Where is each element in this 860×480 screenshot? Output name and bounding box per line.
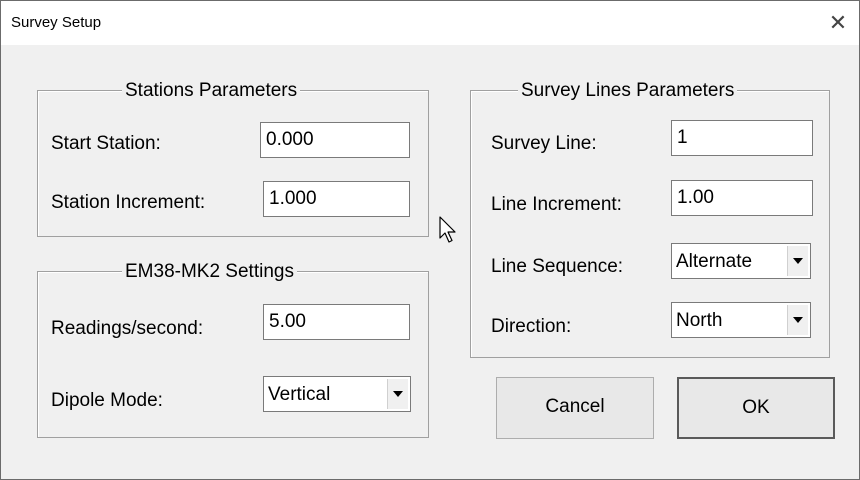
chevron-down-icon[interactable]	[787, 305, 808, 335]
survey-line-label: Survey Line:	[491, 133, 597, 154]
dipole-mode-select[interactable]: Vertical	[263, 376, 411, 412]
line-increment-label: Line Increment:	[491, 194, 622, 215]
readings-per-second-input[interactable]	[264, 305, 409, 339]
dipole-mode-value: Vertical	[268, 384, 331, 405]
em38-settings-group: EM38-MK2 Settings Readings/second: Dipol…	[37, 261, 429, 438]
line-sequence-select[interactable]: Alternate	[671, 243, 811, 279]
ok-button[interactable]: OK	[677, 377, 835, 439]
readings-per-second-field[interactable]	[263, 304, 410, 340]
chevron-down-icon[interactable]	[387, 379, 408, 409]
cancel-button[interactable]: Cancel	[496, 377, 654, 439]
line-sequence-value: Alternate	[676, 251, 753, 272]
station-increment-label: Station Increment:	[51, 192, 206, 213]
stations-parameters-legend: Stations Parameters	[122, 80, 301, 102]
cancel-button-label: Cancel	[545, 396, 605, 417]
stations-parameters-group: Stations Parameters Start Station: Stati…	[37, 80, 429, 237]
survey-setup-dialog: Survey Setup ✕ Stations Parameters Start…	[0, 0, 860, 480]
survey-line-field[interactable]	[671, 120, 813, 156]
station-increment-input[interactable]	[264, 182, 409, 216]
readings-per-second-label: Readings/second:	[51, 318, 204, 339]
dipole-mode-label: Dipole Mode:	[51, 390, 163, 411]
start-station-label: Start Station:	[51, 133, 161, 154]
direction-label: Direction:	[491, 316, 572, 337]
direction-select[interactable]: North	[671, 302, 811, 338]
start-station-input[interactable]	[261, 123, 409, 157]
line-increment-field[interactable]	[671, 180, 813, 216]
em38-settings-legend: EM38-MK2 Settings	[122, 261, 297, 283]
station-increment-field[interactable]	[263, 181, 410, 217]
ok-button-label: OK	[742, 397, 770, 418]
title-bar: Survey Setup ✕	[1, 1, 859, 45]
survey-lines-parameters-legend: Survey Lines Parameters	[518, 80, 738, 102]
chevron-down-icon[interactable]	[787, 246, 808, 276]
window-title: Survey Setup	[11, 14, 102, 31]
survey-lines-parameters-group: Survey Lines Parameters Survey Line: Lin…	[470, 80, 830, 358]
dialog-body: Stations Parameters Start Station: Stati…	[1, 45, 859, 479]
line-increment-input[interactable]	[672, 181, 812, 215]
mouse-pointer-icon	[439, 216, 457, 249]
line-sequence-label: Line Sequence:	[491, 256, 624, 277]
close-icon[interactable]: ✕	[821, 6, 855, 40]
direction-value: North	[676, 310, 723, 331]
survey-line-input[interactable]	[672, 121, 812, 155]
start-station-field[interactable]	[260, 122, 410, 158]
